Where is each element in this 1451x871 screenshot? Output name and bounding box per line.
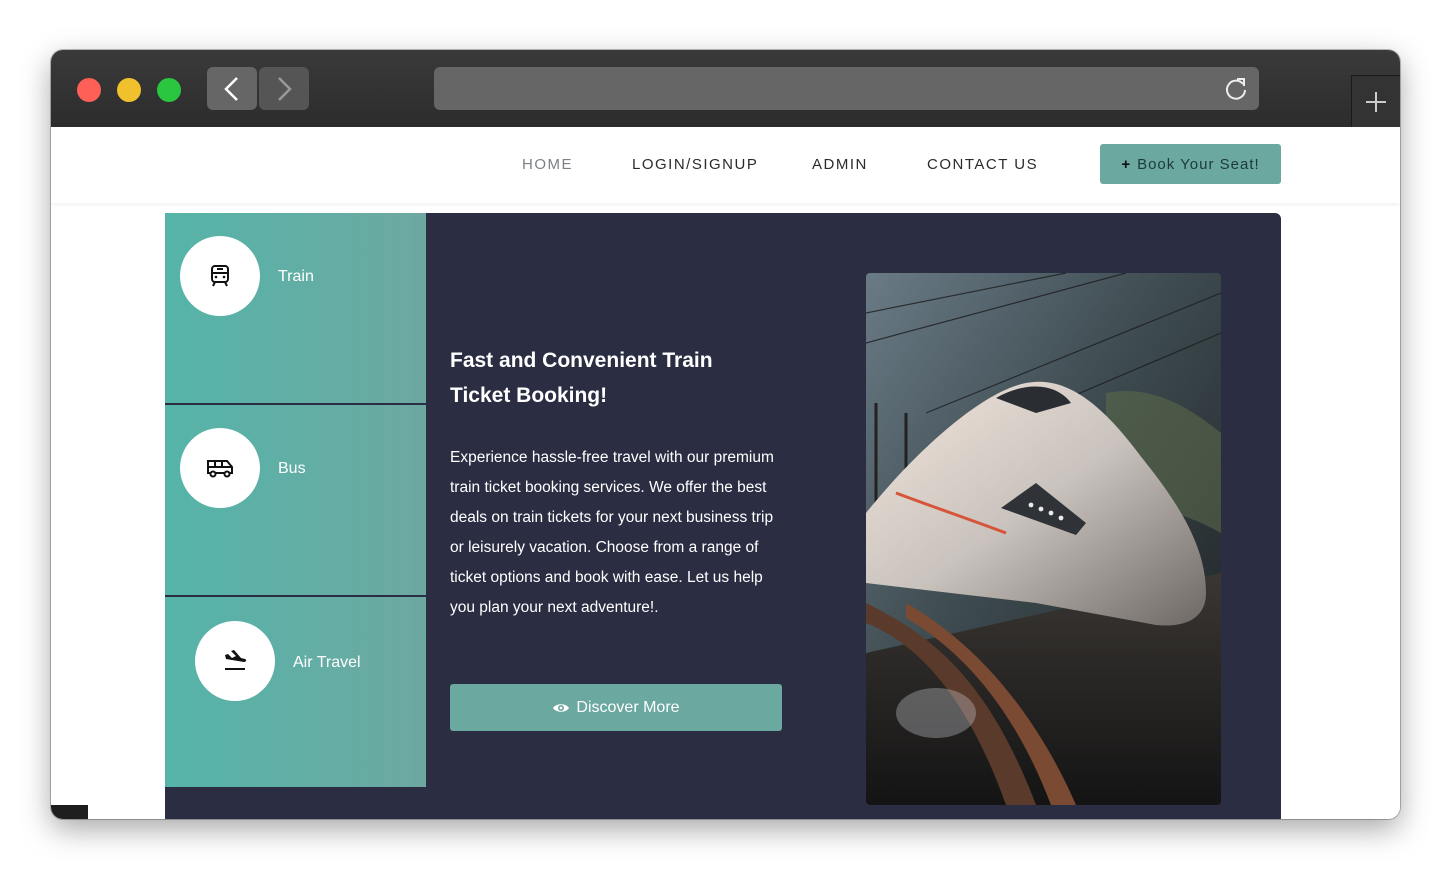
hero-title: Fast and Convenient Train Ticket Booking… [450, 349, 713, 407]
eye-icon [553, 703, 570, 712]
train-icon [211, 265, 229, 287]
top-navbar: HOME LOGIN/SIGNUP ADMIN CONTACT US + Boo… [51, 127, 1400, 203]
discover-more-button[interactable]: Discover More [450, 684, 782, 731]
address-bar[interactable] [434, 67, 1259, 110]
corner-badge [51, 805, 88, 819]
back-button[interactable] [207, 67, 257, 110]
new-tab-button[interactable] [1351, 75, 1400, 128]
plane-icon-circle [195, 621, 275, 701]
sidebar-item-bus[interactable]: Bus [165, 405, 426, 597]
maximize-window-button[interactable] [157, 78, 181, 102]
nav-admin-link[interactable]: ADMIN [812, 156, 868, 173]
book-seat-button[interactable]: + Book Your Seat! [1100, 144, 1281, 184]
sidebar-item-label: Bus [278, 460, 306, 477]
browser-titlebar [51, 50, 1400, 128]
forward-button[interactable] [259, 67, 309, 110]
chevron-right-icon [278, 76, 292, 101]
reload-icon[interactable] [1223, 76, 1249, 102]
train-icon-circle [180, 236, 260, 316]
travel-mode-sidebar: Train Bus Air Travel [165, 213, 426, 787]
sidebar-item-air-travel[interactable]: Air Travel [165, 597, 426, 787]
chevron-left-icon [224, 76, 238, 101]
plus-icon [1366, 92, 1386, 112]
bullet-train-illustration [866, 273, 1221, 805]
sidebar-item-label: Train [278, 268, 314, 285]
minimize-window-button[interactable] [117, 78, 141, 102]
plus-icon: + [1121, 155, 1132, 173]
page-content: HOME LOGIN/SIGNUP ADMIN CONTACT US + Boo… [51, 127, 1400, 819]
sidebar-item-train[interactable]: Train [165, 213, 426, 405]
sidebar-item-label: Air Travel [293, 654, 361, 671]
browser-window: HOME LOGIN/SIGNUP ADMIN CONTACT US + Boo… [51, 50, 1400, 819]
bus-icon [207, 460, 233, 478]
bullet-train-image [866, 273, 1221, 805]
plane-landing-icon [225, 650, 247, 670]
hero-description: Experience hassle-free travel with our p… [450, 449, 774, 616]
bus-icon-circle [180, 428, 260, 508]
nav-home-link[interactable]: HOME [522, 156, 573, 173]
book-seat-label: Book Your Seat! [1137, 155, 1260, 173]
nav-contact-link[interactable]: CONTACT US [927, 156, 1038, 173]
nav-login-link[interactable]: LOGIN/SIGNUP [632, 156, 758, 173]
hero-section: Train Bus Air Travel Fast and Convenient… [165, 213, 1281, 819]
discover-more-label: Discover More [576, 698, 680, 716]
close-window-button[interactable] [77, 78, 101, 102]
